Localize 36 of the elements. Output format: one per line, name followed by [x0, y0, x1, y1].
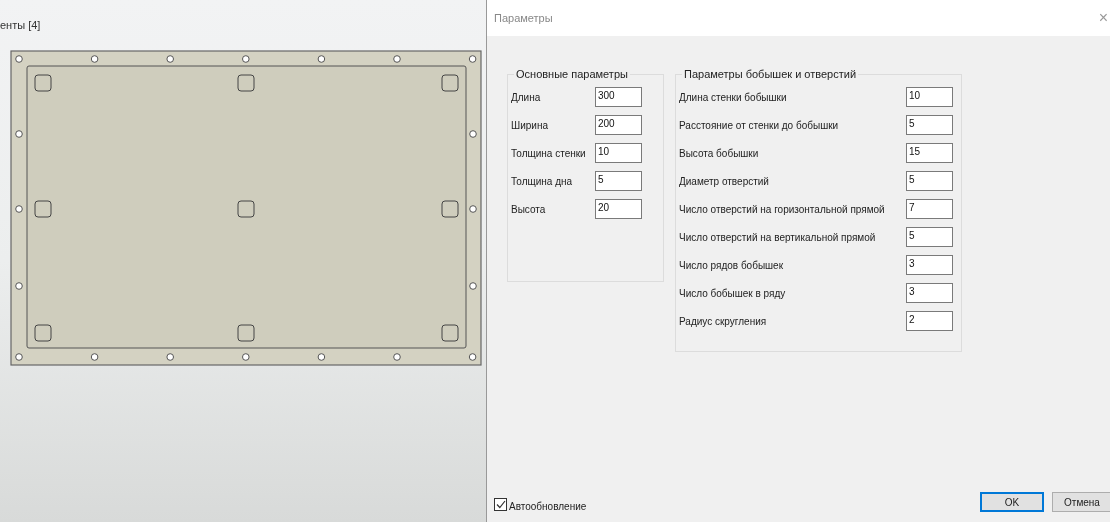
input-field[interactable]: 15	[906, 143, 953, 163]
input-field[interactable]: 10	[906, 87, 953, 107]
dialog-title: Параметры	[494, 10, 553, 26]
input-field[interactable]: 200	[595, 115, 642, 135]
input-field[interactable]: 300	[595, 87, 642, 107]
field-label: Ширина	[511, 118, 549, 133]
input-field[interactable]: 3	[906, 283, 953, 303]
checkbox[interactable]	[494, 497, 507, 511]
field-label: Число отверстий на вертикальной прямой	[679, 230, 877, 245]
field-label: Число рядов бобышек	[679, 258, 785, 273]
dialog-button[interactable]: Отмена	[1052, 492, 1110, 512]
field-label: Длина стенки бобышки	[679, 90, 788, 105]
input-field[interactable]: 5	[906, 227, 953, 247]
checkbox-label: Автообновление	[509, 499, 587, 514]
field-label: Число отверстий на горизонтальной прямой	[679, 202, 886, 217]
input-field[interactable]: 7	[906, 199, 953, 219]
input-field[interactable]: 5	[906, 115, 953, 135]
input-field[interactable]: 3	[906, 255, 953, 275]
field-label: Длина	[511, 90, 542, 105]
field-label: Высота	[511, 202, 547, 217]
field-label: Радиус скругления	[679, 314, 768, 329]
field-label: Высота бобышки	[679, 146, 760, 161]
field-label: Диаметр отверстий	[679, 174, 770, 189]
group-title: Параметры бобышек и отверстий	[682, 67, 859, 81]
field-label: Толщина стенки	[511, 146, 587, 161]
input-field[interactable]: 20	[595, 199, 642, 219]
group-title: Основные параметры	[514, 67, 630, 81]
input-field[interactable]: 5	[906, 171, 953, 191]
input-field[interactable]: 5	[595, 171, 642, 191]
input-field[interactable]: 10	[595, 143, 642, 163]
input-field[interactable]: 2	[906, 311, 953, 331]
field-label: Расстояние от стенки до бобышки	[679, 118, 840, 133]
panel-title: енты [4]	[0, 20, 41, 31]
field-label: Число бобышек в ряду	[679, 286, 787, 301]
dialog-button[interactable]: OK	[980, 492, 1044, 512]
field-label: Толщина дна	[511, 174, 574, 189]
